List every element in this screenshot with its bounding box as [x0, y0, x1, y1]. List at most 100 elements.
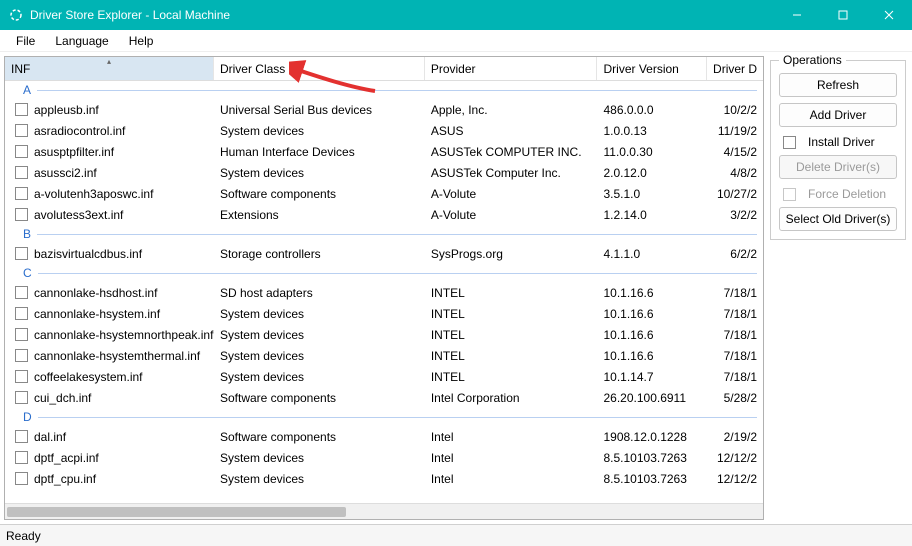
- row-checkbox[interactable]: [15, 103, 28, 116]
- row-checkbox[interactable]: [15, 187, 28, 200]
- table-row[interactable]: coffeelakesystem.infSystem devicesINTEL1…: [5, 366, 763, 387]
- cell-inf: avolutess3ext.inf: [34, 208, 123, 222]
- cell-date: 10/27/2: [707, 187, 763, 201]
- table-row[interactable]: cui_dch.infSoftware componentsIntel Corp…: [5, 387, 763, 408]
- row-checkbox[interactable]: [15, 370, 28, 383]
- menu-help[interactable]: Help: [119, 32, 164, 50]
- row-checkbox[interactable]: [15, 391, 28, 404]
- cell-class: System devices: [214, 124, 425, 138]
- column-header-inf[interactable]: INF ▴: [5, 57, 214, 80]
- cell-inf: cannonlake-hsystem.inf: [34, 307, 160, 321]
- table-row[interactable]: dal.infSoftware componentsIntel1908.12.0…: [5, 426, 763, 447]
- force-deletion-checkbox: [783, 188, 796, 201]
- cell-class: Software components: [214, 187, 425, 201]
- cell-class: System devices: [214, 349, 425, 363]
- operations-group: Operations Refresh Add Driver Install Dr…: [770, 60, 906, 240]
- title-bar: Driver Store Explorer - Local Machine: [0, 0, 912, 30]
- table-row[interactable]: appleusb.infUniversal Serial Bus devices…: [5, 99, 763, 120]
- cell-date: 12/12/2: [707, 472, 763, 486]
- column-header-provider[interactable]: Provider: [425, 57, 598, 80]
- cell-version: 8.5.10103.7263: [597, 472, 707, 486]
- table-row[interactable]: cannonlake-hsystemnorthpeak.infSystem de…: [5, 324, 763, 345]
- column-header-driver-version[interactable]: Driver Version: [597, 57, 707, 80]
- cell-version: 11.0.0.30: [597, 145, 707, 159]
- column-header-driver-date[interactable]: Driver D: [707, 57, 763, 80]
- cell-provider: ASUSTek Computer Inc.: [425, 166, 598, 180]
- row-checkbox[interactable]: [15, 328, 28, 341]
- table-row[interactable]: dptf_acpi.infSystem devicesIntel8.5.1010…: [5, 447, 763, 468]
- cell-provider: Intel: [425, 430, 598, 444]
- row-checkbox[interactable]: [15, 307, 28, 320]
- cell-date: 7/18/1: [707, 307, 763, 321]
- group-letter: B: [23, 227, 31, 241]
- menu-file[interactable]: File: [6, 32, 45, 50]
- add-driver-button[interactable]: Add Driver: [779, 103, 897, 127]
- column-header-label: Driver Class: [220, 62, 285, 76]
- table-row[interactable]: bazisvirtualcdbus.infStorage controllers…: [5, 243, 763, 264]
- cell-class: Software components: [214, 430, 425, 444]
- install-driver-checkbox[interactable]: [783, 136, 796, 149]
- grid-body[interactable]: Aappleusb.infUniversal Serial Bus device…: [5, 81, 763, 503]
- install-driver-row[interactable]: Install Driver: [779, 135, 897, 149]
- row-checkbox[interactable]: [15, 124, 28, 137]
- cell-provider: Apple, Inc.: [425, 103, 598, 117]
- cell-version: 1908.12.0.1228: [597, 430, 707, 444]
- cell-class: Human Interface Devices: [214, 145, 425, 159]
- table-row[interactable]: dptf_cpu.infSystem devicesIntel8.5.10103…: [5, 468, 763, 489]
- refresh-button[interactable]: Refresh: [779, 73, 897, 97]
- cell-class: System devices: [214, 370, 425, 384]
- cell-provider: Intel: [425, 472, 598, 486]
- window-controls: [774, 0, 912, 30]
- cell-class: Software components: [214, 391, 425, 405]
- select-old-drivers-button[interactable]: Select Old Driver(s): [779, 207, 897, 231]
- menu-bar: File Language Help: [0, 30, 912, 52]
- row-checkbox[interactable]: [15, 430, 28, 443]
- scrollbar-thumb[interactable]: [7, 507, 346, 517]
- row-checkbox[interactable]: [15, 349, 28, 362]
- cell-provider: A-Volute: [425, 187, 598, 201]
- column-header-driver-class[interactable]: Driver Class: [214, 57, 425, 80]
- cell-inf: dptf_acpi.inf: [34, 451, 99, 465]
- cell-inf: cui_dch.inf: [34, 391, 91, 405]
- row-checkbox[interactable]: [15, 286, 28, 299]
- menu-language[interactable]: Language: [45, 32, 118, 50]
- row-checkbox[interactable]: [15, 166, 28, 179]
- minimize-button[interactable]: [774, 0, 820, 30]
- cell-date: 7/18/1: [707, 370, 763, 384]
- cell-provider: SysProgs.org: [425, 247, 598, 261]
- cell-version: 10.1.14.7: [597, 370, 707, 384]
- group-header[interactable]: D: [5, 408, 763, 426]
- row-checkbox[interactable]: [15, 145, 28, 158]
- cell-provider: INTEL: [425, 349, 598, 363]
- column-header-label: INF: [11, 62, 30, 76]
- table-row[interactable]: asusptpfilter.inf Human Interface Devices…: [5, 141, 763, 162]
- cell-inf: asusptpfilter.inf: [34, 145, 114, 159]
- row-checkbox[interactable]: [15, 247, 28, 260]
- cell-class: SD host adapters: [214, 286, 425, 300]
- row-checkbox[interactable]: [15, 208, 28, 221]
- table-row[interactable]: avolutess3ext.infExtensionsA-Volute1.2.1…: [5, 204, 763, 225]
- table-row[interactable]: cannonlake-hsystemthermal.infSystem devi…: [5, 345, 763, 366]
- table-row[interactable]: cannonlake-hsystem.infSystem devicesINTE…: [5, 303, 763, 324]
- table-row[interactable]: cannonlake-hsdhost.infSD host adaptersIN…: [5, 282, 763, 303]
- row-checkbox[interactable]: [15, 451, 28, 464]
- group-header[interactable]: B: [5, 225, 763, 243]
- table-row[interactable]: asussci2.infSystem devicesASUSTek Comput…: [5, 162, 763, 183]
- status-text: Ready: [6, 529, 41, 543]
- group-header[interactable]: C: [5, 264, 763, 282]
- row-checkbox[interactable]: [15, 472, 28, 485]
- cell-class: Extensions: [214, 208, 425, 222]
- cell-inf: a-volutenh3aposwc.inf: [34, 187, 153, 201]
- cell-date: 2/19/2: [707, 430, 763, 444]
- grid-header: INF ▴ Driver Class Provider Driver Versi…: [5, 57, 763, 81]
- group-header[interactable]: A: [5, 81, 763, 99]
- cell-provider: ASUS: [425, 124, 598, 138]
- table-row[interactable]: asradiocontrol.infSystem devicesASUS1.0.…: [5, 120, 763, 141]
- horizontal-scrollbar[interactable]: [5, 503, 763, 519]
- cell-version: 1.2.14.0: [597, 208, 707, 222]
- cell-date: 4/15/2: [707, 145, 763, 159]
- close-button[interactable]: [866, 0, 912, 30]
- maximize-button[interactable]: [820, 0, 866, 30]
- table-row[interactable]: a-volutenh3aposwc.inf Software components…: [5, 183, 763, 204]
- status-bar: Ready: [0, 524, 912, 546]
